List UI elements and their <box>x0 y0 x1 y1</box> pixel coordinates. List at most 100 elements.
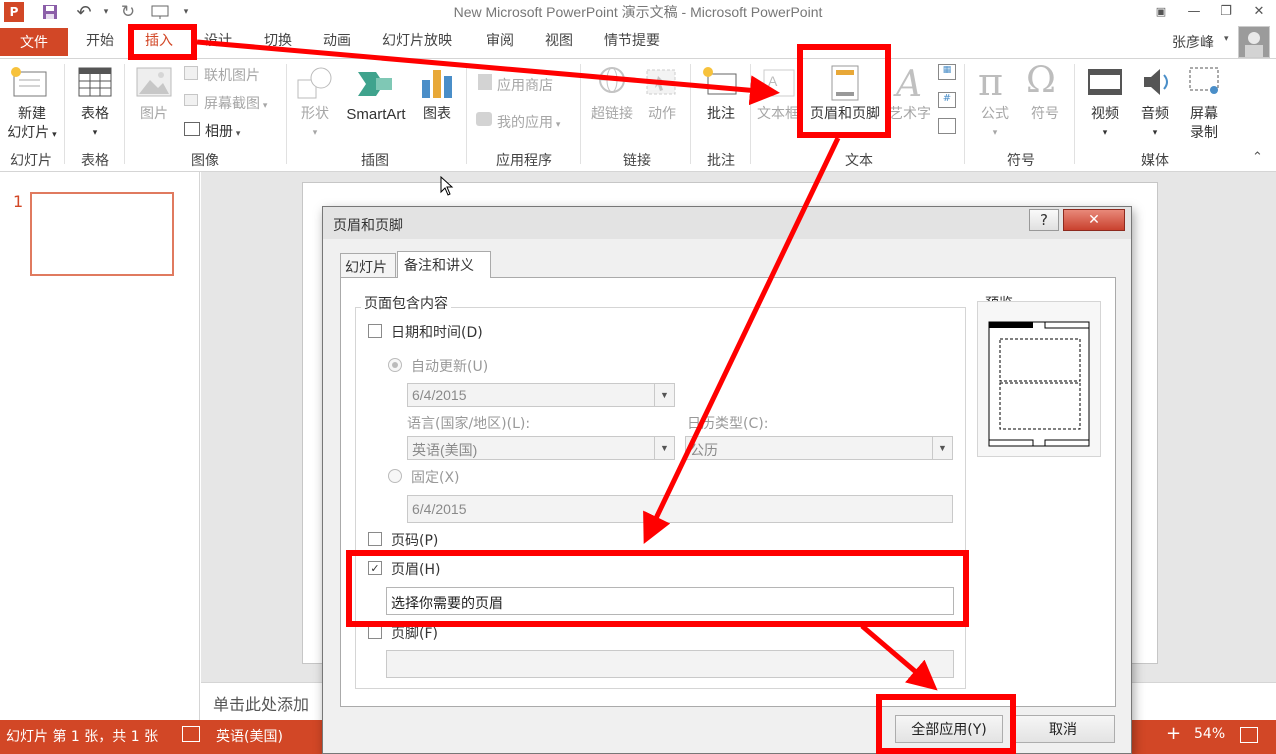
language-status[interactable]: 英语(美国) <box>216 726 283 746</box>
dialog-help-button[interactable]: ? <box>1029 209 1059 231</box>
slide-number-icon[interactable]: # <box>938 92 956 108</box>
language-value: 英语(美国) <box>412 442 478 458</box>
user-name[interactable]: 张彦峰 <box>1172 32 1214 52</box>
language-select[interactable]: 英语(美国) ▼ <box>407 436 675 460</box>
fixed-radio[interactable] <box>388 469 402 483</box>
user-avatar[interactable] <box>1238 26 1270 58</box>
screenshot-icon <box>184 94 198 106</box>
user-dropdown-icon[interactable]: ▾ <box>1224 34 1229 44</box>
spell-check-icon[interactable] <box>182 726 200 742</box>
tab-view[interactable]: 视图 <box>545 30 573 50</box>
wordart-button[interactable]: 艺术字 <box>886 105 934 124</box>
tab-transitions[interactable]: 切换 <box>264 30 292 50</box>
textbox-button[interactable]: 文本框 <box>756 105 800 124</box>
customize-quick-access-icon[interactable]: ▾ <box>176 2 196 22</box>
auto-date-select[interactable]: 6/4/2015 ▼ <box>407 383 675 407</box>
comment-button[interactable]: 批注 <box>698 105 744 124</box>
date-time-icon[interactable]: ▦ <box>938 64 956 80</box>
photo-album-button[interactable]: 相册 ▾ <box>205 121 240 141</box>
ribbon-display-options-icon[interactable]: ▣ <box>1150 0 1172 22</box>
header-checkbox[interactable]: ✓ <box>368 561 382 575</box>
picture-icon <box>136 66 172 102</box>
new-slide-button[interactable]: 新建 幻灯片 ▾ <box>4 105 60 145</box>
footer-checkbox[interactable] <box>368 625 382 639</box>
tab-design[interactable]: 设计 <box>204 30 232 50</box>
app-store-button[interactable]: 应用商店 <box>497 75 553 95</box>
equation-button[interactable]: 公式 ▾ <box>972 105 1018 143</box>
zoom-in-icon[interactable]: + <box>1166 723 1181 744</box>
group-separator <box>964 64 965 164</box>
svg-text:A: A <box>768 73 778 89</box>
tab-notes-handouts[interactable]: 备注和讲义 <box>397 251 491 278</box>
slide-thumbnail[interactable] <box>30 192 174 276</box>
date-time-checkbox[interactable] <box>368 324 382 338</box>
hyperlink-icon <box>594 66 630 104</box>
header-footer-dialog: 页眉和页脚 ? ✕ 幻灯片 备注和讲义 页面包含内容 日期和时间(D) 自动更新… <box>322 206 1132 754</box>
group-comments: 批注 <box>707 153 735 169</box>
tab-slide[interactable]: 幻灯片 <box>340 253 396 277</box>
date-time-label: 日期和时间(D) <box>391 325 483 341</box>
screenshot-button[interactable]: 屏幕截图 ▾ <box>204 93 267 113</box>
audio-button[interactable]: 音频 ▾ <box>1132 105 1178 143</box>
close-button[interactable]: ✕ <box>1244 0 1274 22</box>
fixed-date-input[interactable]: 6/4/2015 <box>407 495 953 523</box>
chart-icon <box>420 66 454 104</box>
header-text-input[interactable]: 选择你需要的页眉 <box>386 587 954 615</box>
picture-button[interactable]: 图片 <box>134 105 174 124</box>
group-separator <box>286 64 287 164</box>
new-slide-label-2: 幻灯片 <box>7 125 50 141</box>
footer-text-input[interactable] <box>386 650 954 678</box>
zoom-level[interactable]: 54% <box>1194 726 1225 742</box>
group-separator <box>466 64 467 164</box>
tab-animations[interactable]: 动画 <box>323 30 351 50</box>
auto-update-radio[interactable] <box>388 358 402 372</box>
tab-review[interactable]: 审阅 <box>486 30 514 50</box>
video-button[interactable]: 视频 ▾ <box>1082 105 1128 143</box>
save-icon[interactable] <box>40 2 60 22</box>
header-footer-button[interactable]: 页眉和页脚 <box>803 105 887 124</box>
page-number-checkbox[interactable] <box>368 532 382 546</box>
shapes-icon <box>296 66 336 104</box>
table-button[interactable]: 表格 ▾ <box>72 105 118 143</box>
screen-recording-label: 屏幕 <box>1190 106 1218 122</box>
my-apps-label: 我的应用 <box>497 115 553 131</box>
fit-slide-icon[interactable] <box>1240 727 1258 743</box>
redo-icon[interactable]: ↻ <box>118 2 138 22</box>
online-picture-button[interactable]: 联机图片 <box>204 65 260 85</box>
screen-recording-button[interactable]: 屏幕 录制 <box>1180 105 1228 143</box>
hyperlink-button[interactable]: 超链接 <box>586 105 638 124</box>
shapes-button[interactable]: 形状 ▾ <box>294 105 336 143</box>
chart-button[interactable]: 图表 <box>416 105 458 124</box>
group-images: 图像 <box>191 153 219 169</box>
undo-icon[interactable]: ↶ <box>74 2 94 23</box>
powerpoint-logo-icon: P <box>4 2 24 22</box>
collapse-ribbon-icon[interactable]: ⌃ <box>1252 150 1263 165</box>
object-icon[interactable] <box>938 118 956 134</box>
equation-label: 公式 <box>981 106 1009 122</box>
tab-slideshow[interactable]: 幻灯片放映 <box>382 30 452 50</box>
comment-icon <box>702 66 740 104</box>
tab-storyboarding[interactable]: 情节提要 <box>604 30 660 50</box>
dialog-close-button[interactable]: ✕ <box>1063 209 1125 231</box>
tab-home[interactable]: 开始 <box>86 30 114 50</box>
undo-dropdown-icon[interactable]: ▾ <box>96 2 116 22</box>
start-slideshow-icon[interactable] <box>150 2 170 22</box>
smartart-button[interactable]: SmartArt <box>342 105 410 124</box>
tab-insert[interactable]: 插入 <box>145 30 173 50</box>
header-footer-icon <box>830 64 860 106</box>
my-apps-button[interactable]: 我的应用 ▾ <box>497 112 560 132</box>
action-button[interactable]: 动作 <box>640 105 684 124</box>
auto-date-value: 6/4/2015 <box>412 387 467 403</box>
dropdown-arrow-icon: ▼ <box>654 384 674 406</box>
restore-button[interactable]: ❐ <box>1212 0 1240 22</box>
group-separator <box>750 64 751 164</box>
minimize-button[interactable]: — <box>1180 0 1208 22</box>
mouse-cursor-icon <box>440 175 454 200</box>
symbol-button[interactable]: 符号 <box>1022 105 1068 124</box>
group-links: 链接 <box>623 153 651 169</box>
calendar-type-select[interactable]: 公历 ▼ <box>685 436 953 460</box>
group-separator <box>690 64 691 164</box>
cancel-button[interactable]: 取消 <box>1011 715 1115 743</box>
apply-to-all-button[interactable]: 全部应用(Y) <box>895 715 1003 743</box>
tab-file[interactable]: 文件 <box>0 28 68 56</box>
